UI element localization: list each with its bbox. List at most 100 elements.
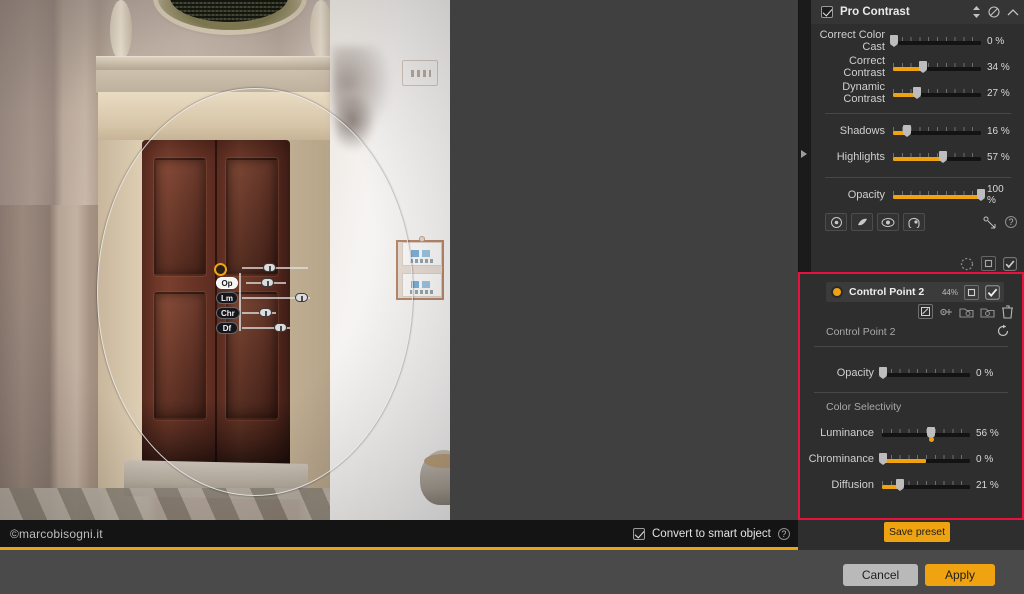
slider-value: 56 % (976, 427, 999, 439)
facade-cornice-upper (96, 56, 336, 70)
control-point-row-diffusion[interactable]: Df (216, 322, 326, 334)
apply-button[interactable]: Apply (925, 564, 995, 586)
control-point-pill-chr[interactable]: Chr (216, 307, 240, 319)
control-point-icon[interactable] (983, 216, 998, 229)
slider-track[interactable] (882, 478, 970, 492)
color-selectivity-label: Color Selectivity (826, 401, 902, 413)
help-icon[interactable]: ? (1005, 216, 1017, 228)
slider-luminance[interactable]: Luminance 56 % (800, 422, 1022, 444)
wall-small-sign (402, 60, 438, 86)
slider-value: 0 % (976, 367, 994, 379)
updown-arrows-icon[interactable] (972, 6, 981, 18)
section-divider (814, 346, 1008, 347)
slider-value: 0 % (976, 453, 994, 465)
duplicate-icon[interactable] (964, 284, 979, 300)
ungroup-icon[interactable] (980, 306, 995, 318)
control-point-row-opacity[interactable]: Op (216, 277, 326, 289)
group-icon[interactable] (959, 306, 974, 318)
bottom-bar: Cancel Apply (0, 550, 1024, 594)
slider-track[interactable] (889, 34, 981, 48)
slider-label: Diffusion (831, 479, 874, 491)
panel-collapse-arrow-icon[interactable] (801, 150, 807, 158)
control-point-header-percent: 44% (941, 287, 958, 297)
copyright-label: ©marcobisogni.it (10, 526, 103, 541)
filter-slider-list: Correct Color Cast 0 % Correct Contrast (811, 29, 1024, 206)
control-point-pill-df[interactable]: Df (216, 322, 238, 334)
brush-icon[interactable] (825, 213, 847, 231)
eye-icon[interactable] (877, 213, 899, 231)
slider-track[interactable] (893, 60, 981, 74)
slider-track[interactable] (893, 150, 981, 164)
slider-shadows[interactable]: Shadows 16 % (811, 120, 1024, 142)
slider-correct-color-cast[interactable]: Correct Color Cast 0 % (811, 29, 1024, 53)
control-point-row-chrominance[interactable]: Chr (216, 307, 326, 319)
control-point-pill-op[interactable]: Op (216, 277, 238, 289)
section-divider (814, 392, 1008, 393)
convert-smart-object-checkbox[interactable] (633, 527, 645, 540)
reset-arrow-icon[interactable] (996, 324, 1010, 338)
slider-opacity[interactable]: Opacity 100 % (811, 184, 1024, 206)
control-point-row-size[interactable] (202, 262, 312, 274)
duplicate-icon[interactable] (981, 256, 996, 271)
visibility-check-icon[interactable] (985, 284, 1000, 300)
slider-label: Chrominance (808, 453, 874, 465)
slider-value: 27 % (987, 87, 1010, 99)
trash-icon[interactable] (1001, 304, 1014, 319)
slider-correct-contrast[interactable]: Correct Contrast 34 % (811, 55, 1024, 79)
slider-dynamic-contrast[interactable]: Dynamic Contrast 27 % (811, 81, 1024, 105)
slider-track[interactable] (878, 366, 970, 380)
slider-label: Correct Color Cast (819, 29, 885, 53)
section-divider (825, 177, 1011, 178)
slider-value: 34 % (987, 61, 1010, 73)
control-point-pill-lm[interactable]: Lm (216, 292, 238, 304)
filter-enable-checkbox[interactable] (821, 6, 833, 18)
layer-row-partial[interactable] (960, 256, 1017, 271)
slider-value: 57 % (987, 151, 1010, 163)
control-point-toolbar (918, 304, 1014, 319)
visibility-check-icon[interactable] (1003, 256, 1017, 271)
color-selectivity-sliders: Luminance 56 % Chrominance 0 % Diffusion… (800, 422, 1022, 496)
slider-track[interactable] (893, 86, 981, 100)
slider-chrominance[interactable]: Chrominance 0 % (800, 448, 1022, 470)
filter-tool-row: ? (811, 206, 1024, 231)
edit-mask-icon[interactable] (918, 304, 933, 319)
luminance-slider-handle[interactable] (295, 293, 308, 302)
filter-header-pro-contrast[interactable]: Pro Contrast (811, 0, 1024, 24)
slider-track[interactable] (878, 452, 970, 466)
stone-planter (420, 450, 450, 505)
slider-track[interactable] (893, 188, 985, 202)
help-icon[interactable]: ? (777, 527, 790, 540)
slider-label: Highlights (836, 151, 885, 163)
control-point-subtitle: Control Point 2 (826, 326, 896, 338)
slider-track[interactable] (882, 426, 970, 442)
hand-icon[interactable] (903, 213, 925, 231)
cancel-button[interactable]: Cancel (843, 564, 918, 586)
filter-tool-right-group: ? (983, 216, 1017, 229)
canvas-area[interactable]: Op Lm Chr Df ©marcobisogni.it Convert to… (0, 0, 798, 594)
slider-label: Shadows (839, 125, 885, 137)
slider-diffusion[interactable]: Diffusion 21 % (800, 474, 1022, 496)
eraser-icon[interactable] (851, 213, 873, 231)
size-slider-handle[interactable] (263, 263, 276, 272)
facade-cornice-lower (96, 70, 336, 94)
filter-title: Pro Contrast (840, 6, 910, 18)
photo-preview[interactable]: Op Lm Chr Df (0, 0, 450, 520)
slider-highlights[interactable]: Highlights 57 % (811, 146, 1024, 168)
convert-smart-object-label: Convert to smart object (652, 527, 771, 540)
slider-control-point-opacity[interactable]: Opacity 0 % (800, 362, 1022, 384)
dashed-circle-icon[interactable] (960, 257, 974, 271)
chevron-up-icon[interactable] (1007, 8, 1019, 17)
convert-smart-object-control[interactable]: Convert to smart object ? (633, 520, 790, 547)
control-point-header[interactable]: Control Point 2 44% (826, 282, 1004, 302)
control-point-row-luminance[interactable]: Lm (216, 292, 326, 304)
opacity-slider-handle[interactable] (261, 278, 274, 287)
diffusion-slider-handle[interactable] (274, 323, 287, 332)
slider-value: 16 % (987, 125, 1010, 137)
facade-scroll-right (310, 0, 332, 60)
slider-track[interactable] (893, 124, 981, 138)
reset-circle-icon[interactable] (988, 6, 1000, 18)
chrominance-slider-handle[interactable] (259, 308, 272, 317)
save-preset-button[interactable]: Save preset (884, 522, 950, 542)
section-divider (825, 113, 1011, 114)
add-point-icon[interactable] (939, 306, 953, 318)
